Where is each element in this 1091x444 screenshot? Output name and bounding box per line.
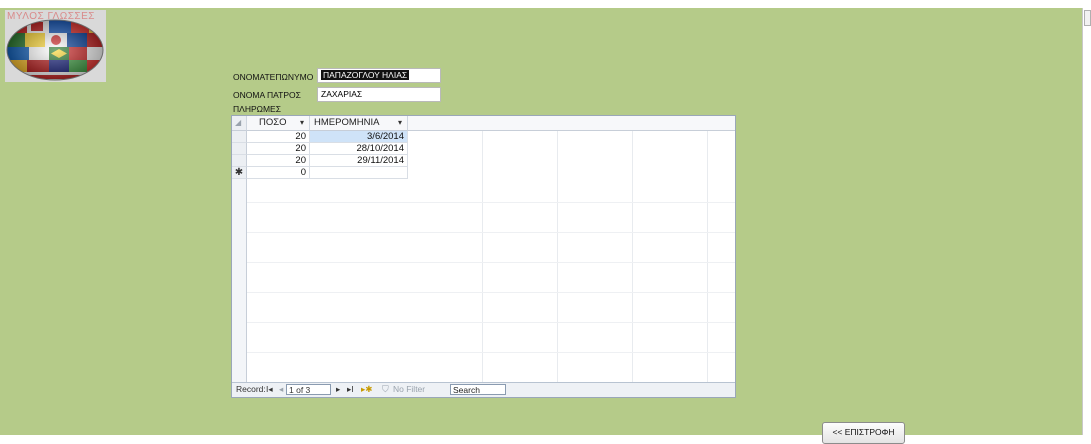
current-record-box[interactable]: 1 of 3 (286, 384, 331, 395)
fullname-value: ΠΑΠΑΖΟΓΛΟΥ ΗΛΙΑΣ (321, 70, 410, 80)
payments-label: ΠΛΗΡΩΜΕΣ (233, 104, 281, 114)
column-header-date[interactable]: ΗΜΕΡΟΜΗΝΙΑ ▾ (310, 116, 408, 131)
column-header-poso-label: ΠΟΣΟ (259, 117, 287, 128)
vertical-scrollbar[interactable] (1082, 8, 1091, 435)
record-selector[interactable] (232, 155, 247, 167)
date-cell[interactable]: 28/10/2014 (310, 143, 408, 155)
scrollbar-thumb[interactable] (1084, 10, 1091, 26)
column-header-date-label: ΗΜΕΡΟΜΗΝΙΑ (314, 117, 380, 128)
filter-icon: ⛉ (382, 384, 389, 394)
select-all-corner[interactable]: ◢ (232, 116, 247, 131)
grid-line (482, 131, 483, 384)
new-poso-cell[interactable]: 0 (247, 167, 310, 179)
new-record-icon[interactable]: ▸✱ (361, 383, 372, 396)
record-selector[interactable] (232, 143, 247, 155)
father-name-field[interactable]: ΖΑΧΑΡΙΑΣ (317, 87, 441, 102)
record-label: Record: (236, 384, 266, 394)
window-top-strip (0, 0, 1091, 8)
grid-line (247, 232, 735, 233)
selector-column (232, 179, 247, 384)
record-navigator: Record: I◂ ◂ 1 of 3 ▸ ▸I ▸✱ ⛉ No Filter … (232, 382, 735, 397)
date-cell[interactable]: 29/11/2014 (310, 155, 408, 167)
column-header-poso[interactable]: ΠΟΣΟ ▾ (247, 116, 310, 131)
fullname-field[interactable]: ΠΑΠΑΖΟΓΛΟΥ ΗΛΙΑΣ (317, 68, 441, 83)
poso-cell[interactable]: 20 (247, 155, 310, 167)
poso-cell[interactable]: 20 (247, 143, 310, 155)
grid-line (557, 131, 558, 384)
grid-line (247, 322, 735, 323)
fullname-label: ΟΝΟΜΑΤΕΠΩΝΥΜΟ (233, 72, 314, 82)
grid-line (707, 131, 708, 384)
father-name-label: ΟΝΟΜΑ ΠΑΤΡΟΣ (233, 90, 301, 100)
poso-cell[interactable]: 20 (247, 131, 310, 143)
last-record-icon[interactable]: ▸I (347, 383, 354, 396)
grid-line (247, 292, 735, 293)
date-cell[interactable]: 3/6/2014 (310, 131, 408, 143)
new-record-marker-icon[interactable]: ✱ (232, 167, 247, 179)
search-input[interactable]: Search (450, 384, 506, 395)
previous-record-icon[interactable]: ◂ (279, 383, 283, 396)
grid-line (247, 352, 735, 353)
grid-line (247, 262, 735, 263)
sort-dropdown-icon[interactable]: ▾ (300, 116, 304, 130)
first-record-icon[interactable]: I◂ (266, 383, 273, 396)
payments-datasheet[interactable]: ◢ ΠΟΣΟ ▾ ΗΜΕΡΟΜΗΝΙΑ ▾ 20 3/6/2014 20 28/… (231, 115, 736, 398)
no-filter-button[interactable]: No Filter (393, 383, 425, 396)
grid-line (632, 131, 633, 384)
sort-dropdown-icon[interactable]: ▾ (398, 116, 402, 130)
header-filler (408, 116, 735, 131)
grid-line (247, 202, 735, 203)
back-button[interactable]: << ΕΠΙΣΤΡΟΦΗ (822, 422, 905, 444)
new-date-cell[interactable] (310, 167, 408, 179)
logo-caption: ΜΥΛΟΣ ΓΛΩΣΣΕΣ (7, 11, 95, 22)
next-record-icon[interactable]: ▸ (336, 383, 340, 396)
record-selector[interactable] (232, 131, 247, 143)
